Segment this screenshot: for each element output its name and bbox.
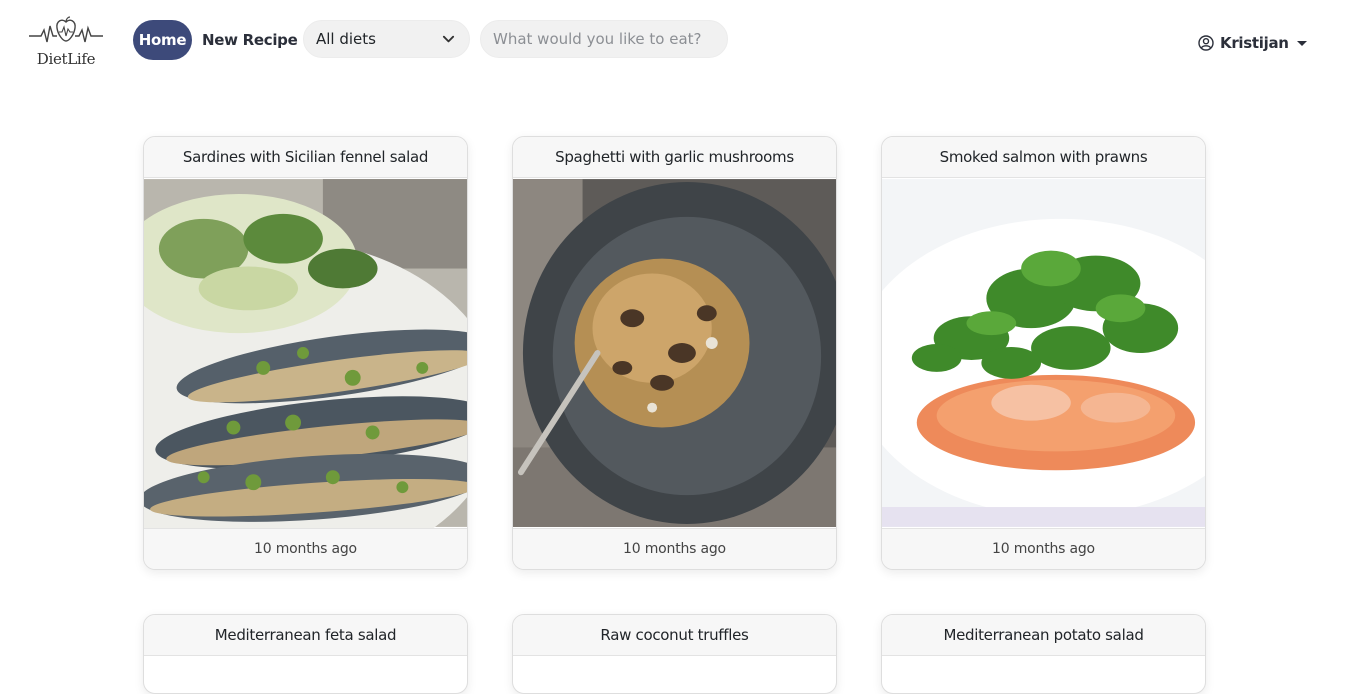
grilled-sardines-photo[interactable] xyxy=(144,178,467,528)
recipe-timestamp: 10 months ago xyxy=(144,528,467,569)
user-menu-toggle[interactable]: Kristijan xyxy=(1198,33,1307,53)
brand-logo[interactable]: DietLife xyxy=(26,16,106,68)
recipe-card[interactable]: Mediterranean potato salad xyxy=(881,614,1206,694)
heartbeat-apple-icon xyxy=(29,16,103,43)
caret-down-icon xyxy=(1296,40,1307,46)
recipe-title[interactable]: Raw coconut truffles xyxy=(513,615,836,656)
recipe-card[interactable]: Sardines with Sicilian fennel salad 10 m… xyxy=(143,136,468,570)
salmon-prawns-photo[interactable] xyxy=(882,178,1205,528)
brand-name: DietLife xyxy=(36,50,96,68)
mushroom-spaghetti-photo[interactable] xyxy=(513,178,836,528)
recipe-title[interactable]: Smoked salmon with prawns xyxy=(882,137,1205,178)
recipe-title[interactable]: Spaghetti with garlic mushrooms xyxy=(513,137,836,178)
top-navbar: DietLife Home New Recipe All diets Krist… xyxy=(0,0,1349,82)
recipe-timestamp: 10 months ago xyxy=(513,528,836,569)
recipe-timestamp: 10 months ago xyxy=(882,528,1205,569)
nav-home-link[interactable]: Home xyxy=(133,20,192,60)
recipe-title[interactable]: Sardines with Sicilian fennel salad xyxy=(144,137,467,178)
diet-filter-value: All diets xyxy=(316,30,376,48)
recipe-title[interactable]: Mediterranean feta salad xyxy=(144,615,467,656)
recipe-card[interactable]: Smoked salmon with prawns 10 months ago xyxy=(881,136,1206,570)
recipe-card[interactable]: Spaghetti with garlic mushrooms 10 month… xyxy=(512,136,837,570)
chevron-down-icon xyxy=(442,35,455,43)
user-name: Kristijan xyxy=(1220,34,1289,52)
search-input[interactable] xyxy=(480,20,728,58)
nav-new-recipe-link[interactable]: New Recipe xyxy=(202,20,298,60)
user-circle-icon xyxy=(1198,35,1214,51)
diet-filter-select[interactable]: All diets xyxy=(303,20,470,58)
recipe-title[interactable]: Mediterranean potato salad xyxy=(882,615,1205,656)
recipe-card[interactable]: Mediterranean feta salad xyxy=(143,614,468,694)
recipe-card[interactable]: Raw coconut truffles xyxy=(512,614,837,694)
